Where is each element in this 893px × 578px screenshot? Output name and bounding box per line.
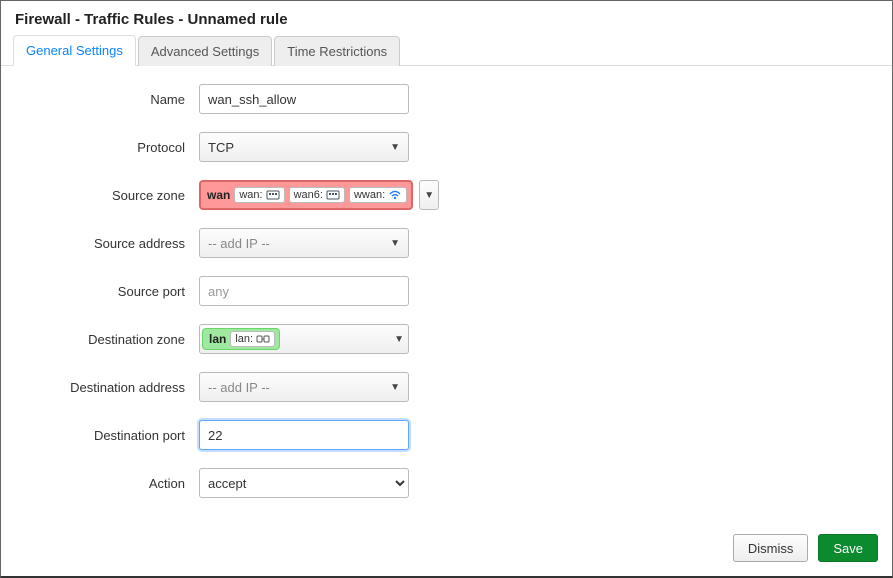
page-title: Firewall - Traffic Rules - Unnamed rule (1, 1, 892, 34)
wifi-icon (388, 189, 402, 201)
protocol-select[interactable]: TCP ▼ (199, 132, 409, 162)
src-zone-dropdown[interactable]: ▼ (419, 180, 439, 210)
modal-firewall-rule: Firewall - Traffic Rules - Unnamed rule … (0, 0, 893, 578)
label-src-addr: Source address (19, 236, 199, 251)
label-src-port: Source port (19, 284, 199, 299)
action-select[interactable]: accept (199, 468, 409, 498)
src-zone-badge[interactable]: wan wan: wan6: (199, 180, 413, 210)
tab-advanced[interactable]: Advanced Settings (138, 36, 272, 66)
dst-zone-badge: lan lan: (202, 328, 280, 350)
src-addr-select[interactable]: -- add IP -- ▼ (199, 228, 409, 258)
tab-general[interactable]: General Settings (13, 35, 136, 66)
chevron-down-icon: ▼ (394, 334, 404, 345)
dst-zone-select[interactable]: lan lan: ▼ (199, 324, 409, 354)
bridge-icon (256, 333, 270, 345)
iface-wan: wan: (234, 187, 284, 203)
dst-port-input[interactable] (199, 420, 409, 450)
src-addr-placeholder: -- add IP -- (208, 236, 384, 251)
src-zone-name: wan (207, 188, 230, 202)
label-protocol: Protocol (19, 140, 199, 155)
modal-footer: Dismiss Save (1, 524, 892, 576)
ethernet-icon (326, 189, 340, 201)
tabs: General Settings Advanced Settings Time … (1, 34, 892, 66)
ethernet-icon (266, 189, 280, 201)
dismiss-button[interactable]: Dismiss (733, 534, 809, 562)
form-body: Name Protocol TCP ▼ Source zone wan (1, 66, 892, 524)
label-name: Name (19, 92, 199, 107)
name-input[interactable] (199, 84, 409, 114)
dst-zone-name: lan (209, 332, 226, 346)
chevron-down-icon: ▼ (390, 382, 400, 393)
label-dst-port: Destination port (19, 428, 199, 443)
iface-wan6: wan6: (289, 187, 345, 203)
iface-lan: lan: (230, 331, 275, 347)
label-action: Action (19, 476, 199, 491)
protocol-value: TCP (208, 140, 384, 155)
label-dst-zone: Destination zone (19, 332, 199, 347)
chevron-down-icon: ▼ (390, 238, 400, 249)
chevron-down-icon: ▼ (390, 142, 400, 153)
save-button[interactable]: Save (818, 534, 878, 562)
label-src-zone: Source zone (19, 188, 199, 203)
src-port-input[interactable] (199, 276, 409, 306)
label-dst-addr: Destination address (19, 380, 199, 395)
dst-addr-placeholder: -- add IP -- (208, 380, 384, 395)
tab-time[interactable]: Time Restrictions (274, 36, 400, 66)
iface-wwan: wwan: (349, 187, 407, 203)
dst-addr-select[interactable]: -- add IP -- ▼ (199, 372, 409, 402)
